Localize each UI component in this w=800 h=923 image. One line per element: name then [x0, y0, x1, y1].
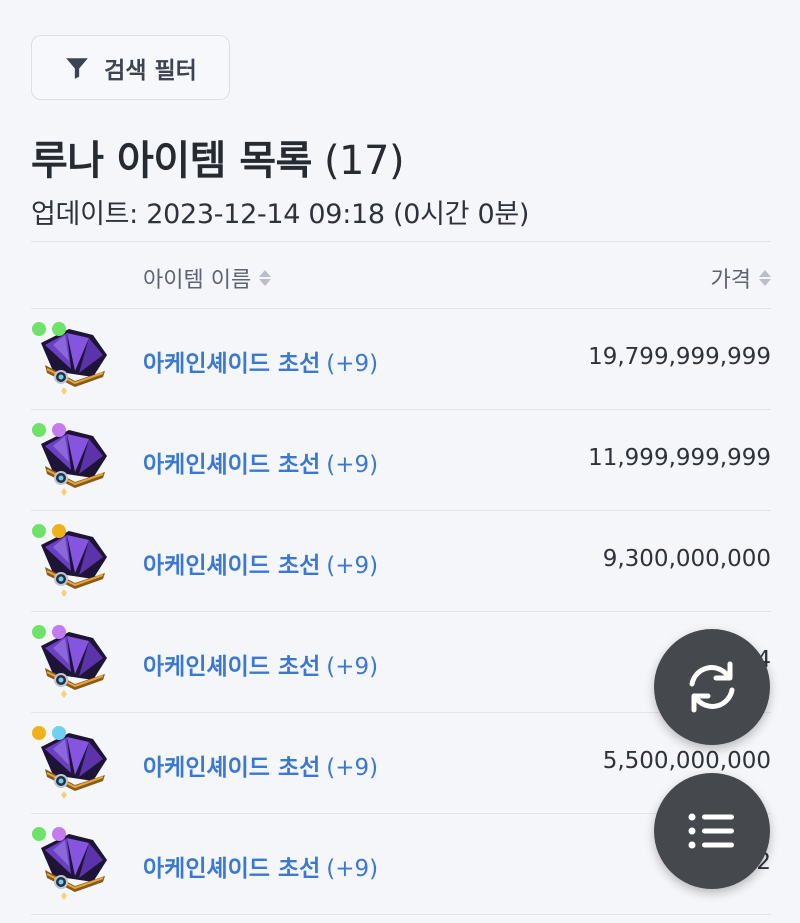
item-name-link[interactable]: 아케인셰이드 초선 (+9) — [143, 546, 378, 580]
item-upgrade-level: (+9) — [326, 856, 379, 882]
table-row[interactable]: 아케인셰이드 초선 (+9) 19,799,999,999 — [31, 309, 771, 410]
item-name-link[interactable]: 아케인셰이드 초선 (+9) — [143, 647, 378, 681]
item-price: 5,500,000,000 — [602, 748, 771, 774]
page-title-text: 루나 아이템 목록 — [31, 138, 312, 184]
item-name: 아케인셰이드 초선 — [143, 351, 321, 377]
item-name-link[interactable]: 아케인셰이드 초선 (+9) — [143, 344, 378, 378]
item-upgrade-level: (+9) — [326, 351, 379, 377]
filter-icon — [66, 57, 89, 79]
item-name: 아케인셰이드 초선 — [143, 553, 321, 579]
sort-icon — [259, 270, 272, 286]
item-price: 11,999,999,999 — [588, 445, 771, 471]
item-price: 9,300,000,000 — [602, 546, 771, 572]
item-name-link[interactable]: 아케인셰이드 초선 (+9) — [143, 445, 378, 479]
table-row[interactable]: 아케인셰이드 초선 (+9) 11,999,999,999 — [31, 410, 771, 511]
item-name-link[interactable]: 아케인셰이드 초선 (+9) — [143, 849, 378, 883]
item-upgrade-level: (+9) — [326, 654, 379, 680]
sort-icon — [759, 270, 771, 286]
item-upgrade-level: (+9) — [326, 755, 379, 781]
item-name: 아케인셰이드 초선 — [143, 856, 321, 882]
arcane-fan-icon — [32, 524, 107, 597]
refresh-icon — [689, 661, 735, 713]
arcane-fan-icon — [32, 322, 107, 395]
page-title: 루나 아이템 목록 (17) — [31, 128, 405, 186]
column-header-name-label: 아이템 이름 — [143, 268, 252, 293]
arcane-fan-icon — [32, 423, 107, 496]
item-price: 19,799,999,999 — [588, 344, 771, 370]
item-upgrade-level: (+9) — [326, 553, 379, 579]
table-header: 아이템 이름 가격 — [31, 242, 771, 309]
search-filter-button[interactable]: 검색 필터 — [31, 35, 230, 100]
table-row[interactable]: 아케인셰이드 초선 (+9) 5,500,000,000 — [31, 713, 771, 814]
column-header-name[interactable]: 아이템 이름 — [143, 262, 272, 294]
item-count: (17) — [323, 138, 405, 184]
column-header-price[interactable]: 가격 — [711, 262, 771, 294]
table-row[interactable]: 아케인셰이드 초선 (+9) 9,300,000,000 — [31, 511, 771, 612]
item-name-link[interactable]: 아케인셰이드 초선 (+9) — [143, 748, 378, 782]
refresh-button[interactable] — [654, 629, 770, 745]
arcane-fan-icon — [32, 625, 107, 698]
list-menu-button[interactable] — [654, 773, 770, 889]
arcane-fan-icon — [32, 726, 107, 799]
page: 검색 필터 루나 아이템 목록 (17) 업데이트: 2023-12-14 09:… — [0, 0, 800, 923]
column-header-price-label: 가격 — [710, 268, 751, 293]
search-filter-label: 검색 필터 — [104, 57, 197, 84]
item-upgrade-level: (+9) — [326, 452, 379, 478]
update-timestamp: 업데이트: 2023-12-14 09:18 (0시간 0분) — [31, 199, 530, 230]
list-menu-icon — [688, 813, 734, 849]
arcane-fan-icon — [32, 827, 107, 900]
item-name: 아케인셰이드 초선 — [143, 654, 321, 680]
item-name: 아케인셰이드 초선 — [143, 755, 321, 781]
item-name: 아케인셰이드 초선 — [143, 452, 321, 478]
